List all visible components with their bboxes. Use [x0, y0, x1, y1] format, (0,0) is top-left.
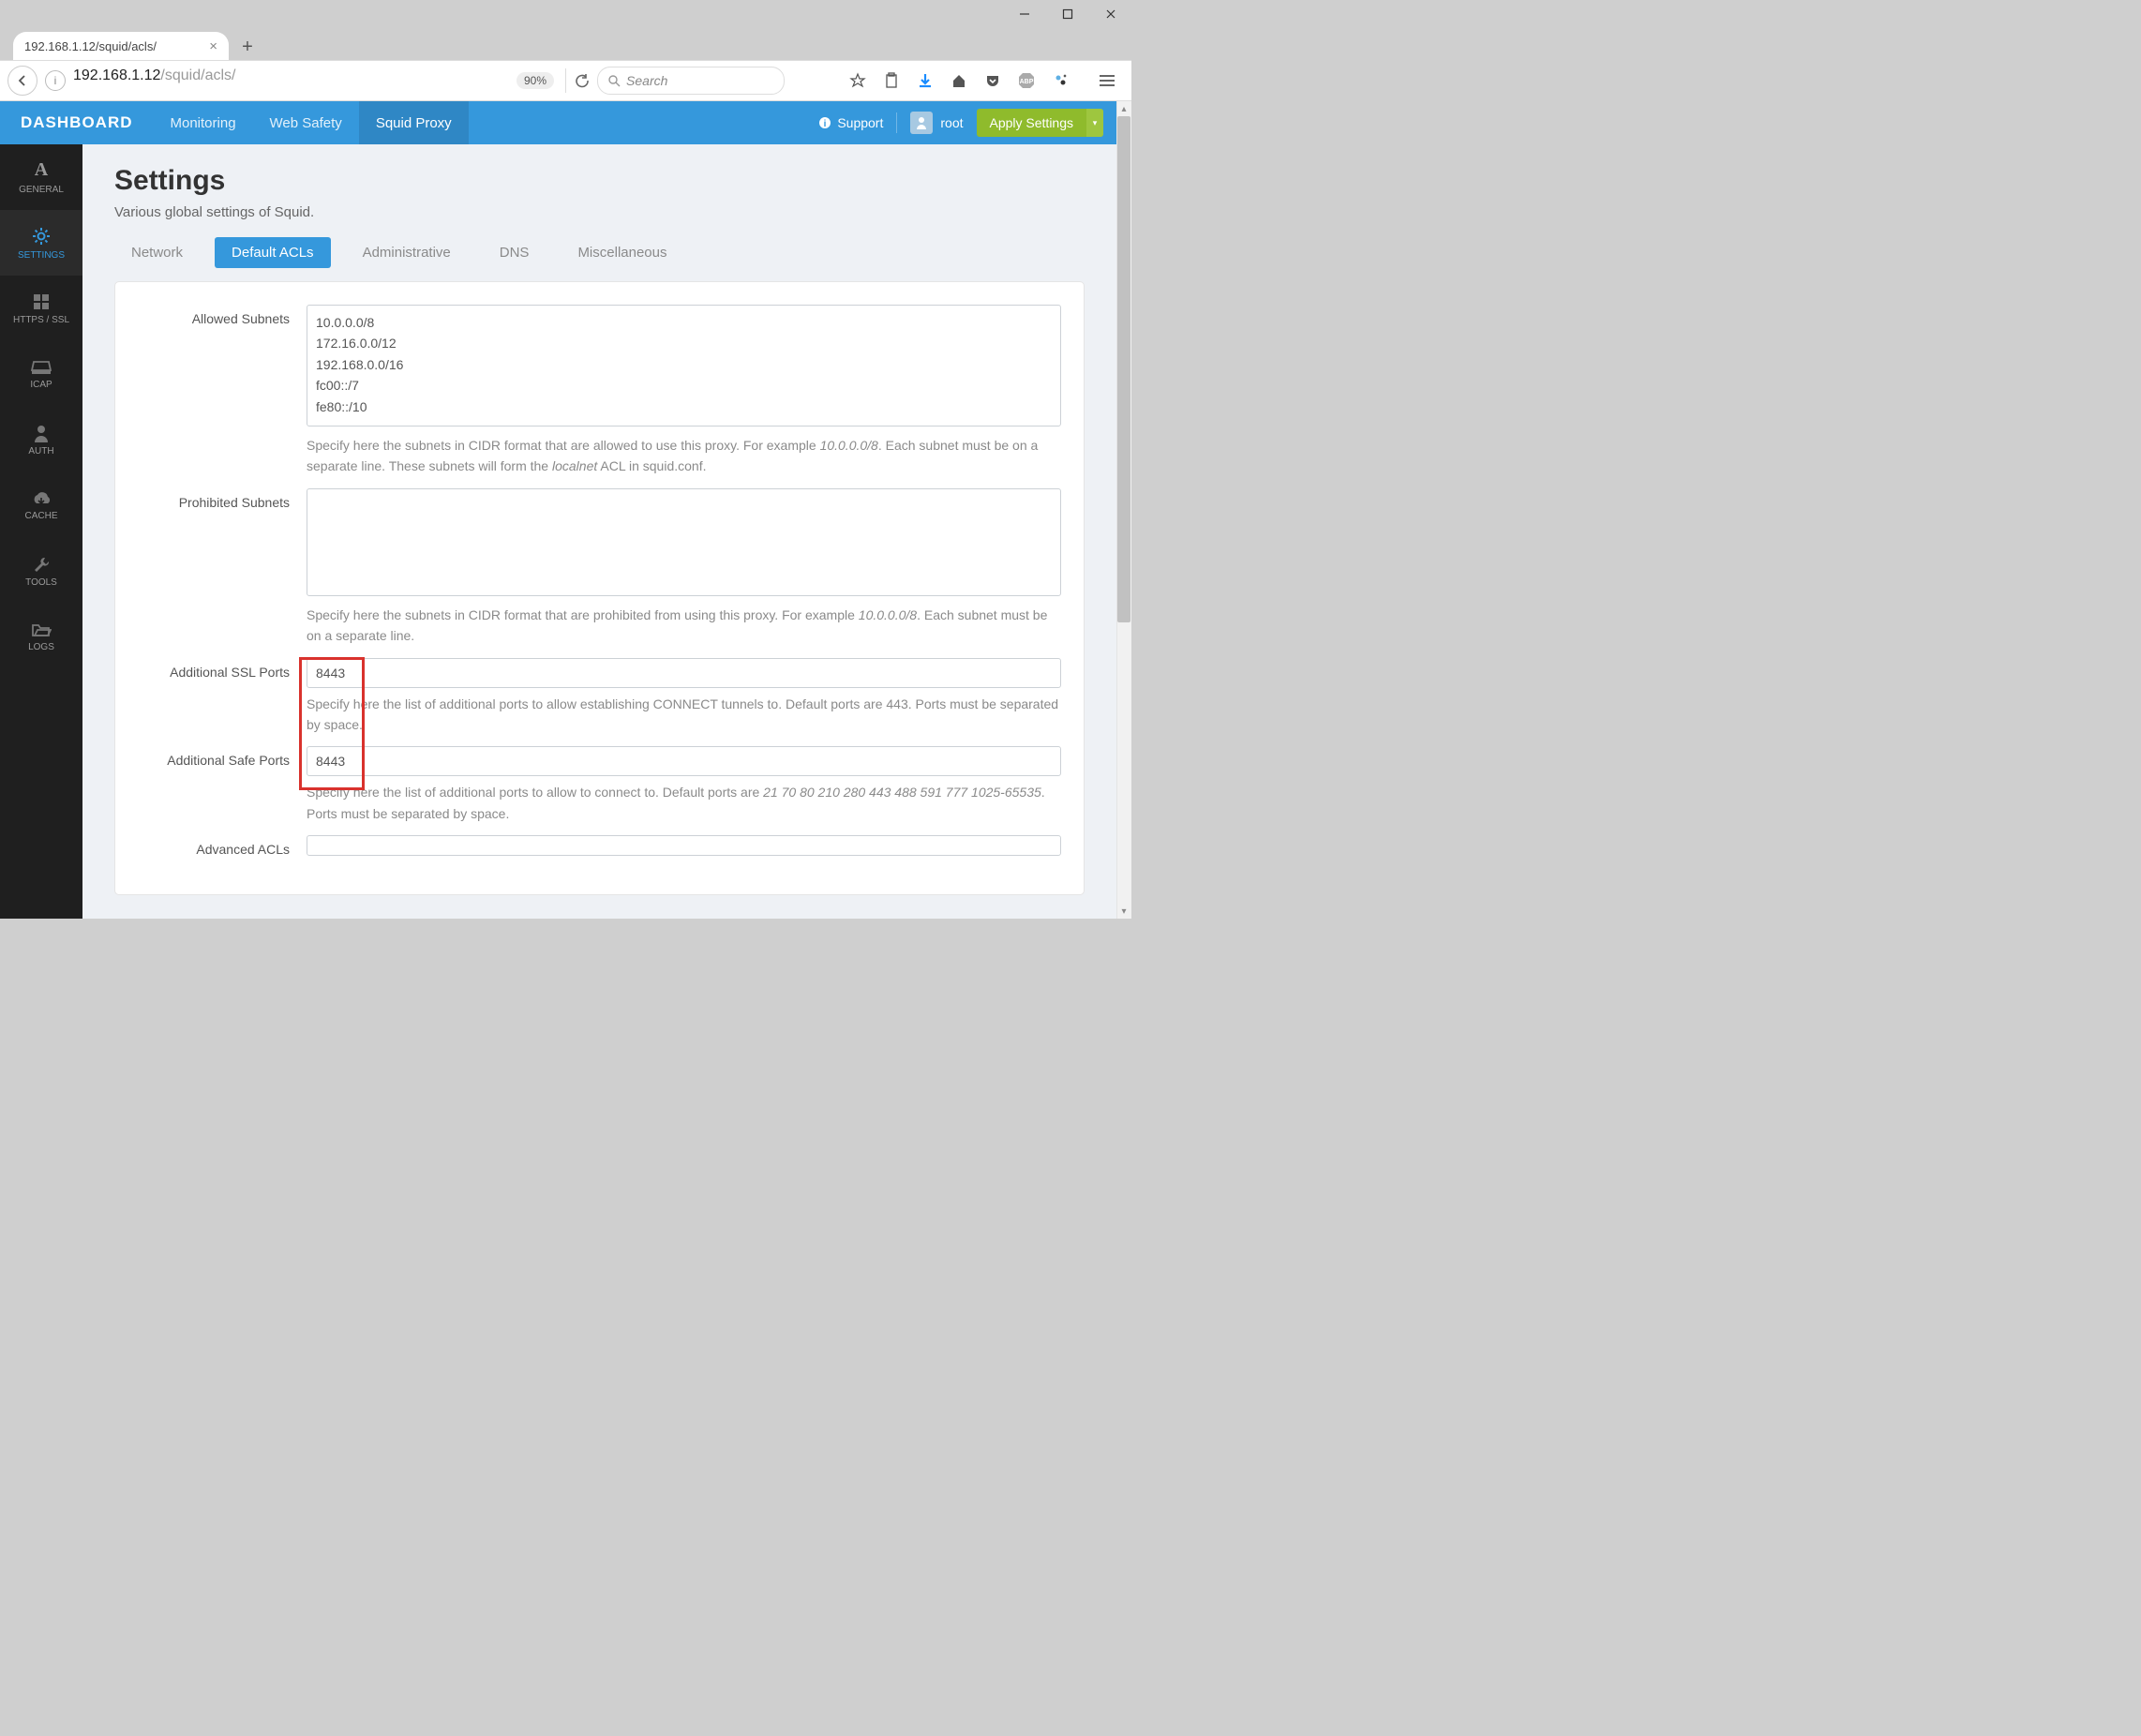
- reload-button[interactable]: [565, 68, 590, 93]
- allowed-subnets-input[interactable]: [307, 305, 1061, 427]
- advanced-acls-input[interactable]: [307, 835, 1061, 856]
- window-minimize-button[interactable]: [1011, 5, 1038, 23]
- sidebar: AGENERAL SETTINGS HTTPS / SSL ICAP AUTH …: [0, 144, 82, 919]
- scrollbar-track[interactable]: ▴ ▾: [1116, 101, 1131, 919]
- additional-safe-ports-help: Specify here the list of additional port…: [307, 782, 1061, 824]
- nav-back-button[interactable]: [7, 66, 37, 96]
- pocket-icon[interactable]: [983, 71, 1002, 90]
- header-nav: Monitoring Web Safety Squid Proxy: [154, 101, 469, 144]
- user-menu[interactable]: root: [910, 112, 963, 134]
- prohibited-subnets-input[interactable]: [307, 488, 1061, 596]
- adblock-icon[interactable]: ABP: [1017, 71, 1036, 90]
- scroll-up-button[interactable]: ▴: [1116, 101, 1131, 116]
- browser-toolbar: i 192.168.1.12/squid/acls/ 90% Search AB…: [0, 60, 1131, 101]
- avatar-icon: [910, 112, 933, 134]
- separator: [896, 112, 897, 133]
- additional-ssl-ports-help: Specify here the list of additional port…: [307, 694, 1061, 736]
- window-close-button[interactable]: [1098, 5, 1124, 23]
- brand-logo[interactable]: DASHBOARD: [0, 113, 154, 132]
- menu-button[interactable]: [1094, 67, 1120, 94]
- search-icon: [607, 74, 621, 87]
- sidebar-item-cache[interactable]: CACHE: [0, 472, 82, 538]
- site-info-icon[interactable]: i: [45, 70, 66, 91]
- bookmark-star-icon[interactable]: [848, 71, 867, 90]
- inbox-icon: [31, 359, 52, 376]
- grid-icon: [32, 292, 51, 311]
- window-maximize-button[interactable]: [1055, 5, 1081, 23]
- support-link[interactable]: i Support: [818, 115, 883, 130]
- url-input[interactable]: 192.168.1.12/squid/acls/: [73, 67, 509, 94]
- tab-network[interactable]: Network: [114, 237, 200, 268]
- scrollbar-thumb[interactable]: [1117, 116, 1130, 622]
- wrench-icon: [32, 555, 51, 574]
- tab-default-acls[interactable]: Default ACLs: [215, 237, 331, 268]
- cloud-download-icon: [30, 490, 52, 507]
- additional-ssl-ports-label: Additional SSL Ports: [138, 658, 307, 736]
- downloads-icon[interactable]: [916, 71, 935, 90]
- folder-open-icon: [31, 621, 52, 638]
- search-placeholder: Search: [626, 73, 667, 88]
- main-content: Settings Various global settings of Squi…: [82, 144, 1116, 919]
- nav-web-safety[interactable]: Web Safety: [253, 101, 359, 144]
- extension-icon[interactable]: [1051, 71, 1070, 90]
- new-tab-button[interactable]: +: [234, 34, 261, 60]
- additional-safe-ports-input[interactable]: [307, 746, 1061, 776]
- search-box[interactable]: Search: [597, 67, 785, 95]
- allowed-subnets-help: Specify here the subnets in CIDR format …: [307, 435, 1061, 477]
- sidebar-item-settings[interactable]: SETTINGS: [0, 210, 82, 276]
- nav-squid-proxy[interactable]: Squid Proxy: [359, 101, 469, 144]
- nav-monitoring[interactable]: Monitoring: [154, 101, 253, 144]
- home-icon[interactable]: [950, 71, 968, 90]
- allowed-subnets-label: Allowed Subnets: [138, 305, 307, 477]
- additional-safe-ports-label: Additional Safe Ports: [138, 746, 307, 824]
- browser-tab[interactable]: 192.168.1.12/squid/acls/ ×: [13, 32, 229, 60]
- prohibited-subnets-label: Prohibited Subnets: [138, 488, 307, 647]
- gear-icon: [31, 226, 52, 247]
- letter-a-icon: A: [35, 159, 48, 181]
- additional-ssl-ports-input[interactable]: [307, 658, 1061, 688]
- scroll-down-button[interactable]: ▾: [1116, 904, 1131, 919]
- window-titlebar: [0, 0, 1131, 28]
- browser-tab-title: 192.168.1.12/squid/acls/: [24, 39, 157, 53]
- page-title: Settings: [114, 165, 1085, 197]
- apply-settings-button[interactable]: Apply Settings ▾: [977, 109, 1104, 137]
- tab-close-icon[interactable]: ×: [209, 38, 217, 54]
- user-icon: [33, 424, 50, 442]
- page-subtitle: Various global settings of Squid.: [114, 204, 1085, 220]
- svg-text:i: i: [824, 119, 827, 129]
- prohibited-subnets-help: Specify here the subnets in CIDR format …: [307, 605, 1061, 647]
- app-header: DASHBOARD Monitoring Web Safety Squid Pr…: [0, 101, 1116, 144]
- settings-tabs: Network Default ACLs Administrative DNS …: [114, 237, 1085, 268]
- advanced-acls-label: Advanced ACLs: [138, 835, 307, 857]
- sidebar-item-https-ssl[interactable]: HTTPS / SSL: [0, 276, 82, 341]
- sidebar-item-tools[interactable]: TOOLS: [0, 538, 82, 604]
- svg-text:ABP: ABP: [1020, 79, 1034, 85]
- info-icon: i: [818, 116, 831, 129]
- apply-dropdown-caret[interactable]: ▾: [1086, 109, 1103, 137]
- sidebar-item-general[interactable]: AGENERAL: [0, 144, 82, 210]
- sidebar-item-logs[interactable]: LOGS: [0, 604, 82, 669]
- tab-administrative[interactable]: Administrative: [346, 237, 468, 268]
- clipboard-icon[interactable]: [882, 71, 901, 90]
- sidebar-item-icap[interactable]: ICAP: [0, 341, 82, 407]
- sidebar-item-auth[interactable]: AUTH: [0, 407, 82, 472]
- settings-panel: Allowed Subnets Specify here the subnets…: [114, 281, 1085, 895]
- tab-miscellaneous[interactable]: Miscellaneous: [561, 237, 683, 268]
- browser-tabstrip: 192.168.1.12/squid/acls/ × +: [0, 28, 1131, 60]
- tab-dns[interactable]: DNS: [483, 237, 546, 268]
- zoom-level-badge[interactable]: 90%: [517, 72, 554, 89]
